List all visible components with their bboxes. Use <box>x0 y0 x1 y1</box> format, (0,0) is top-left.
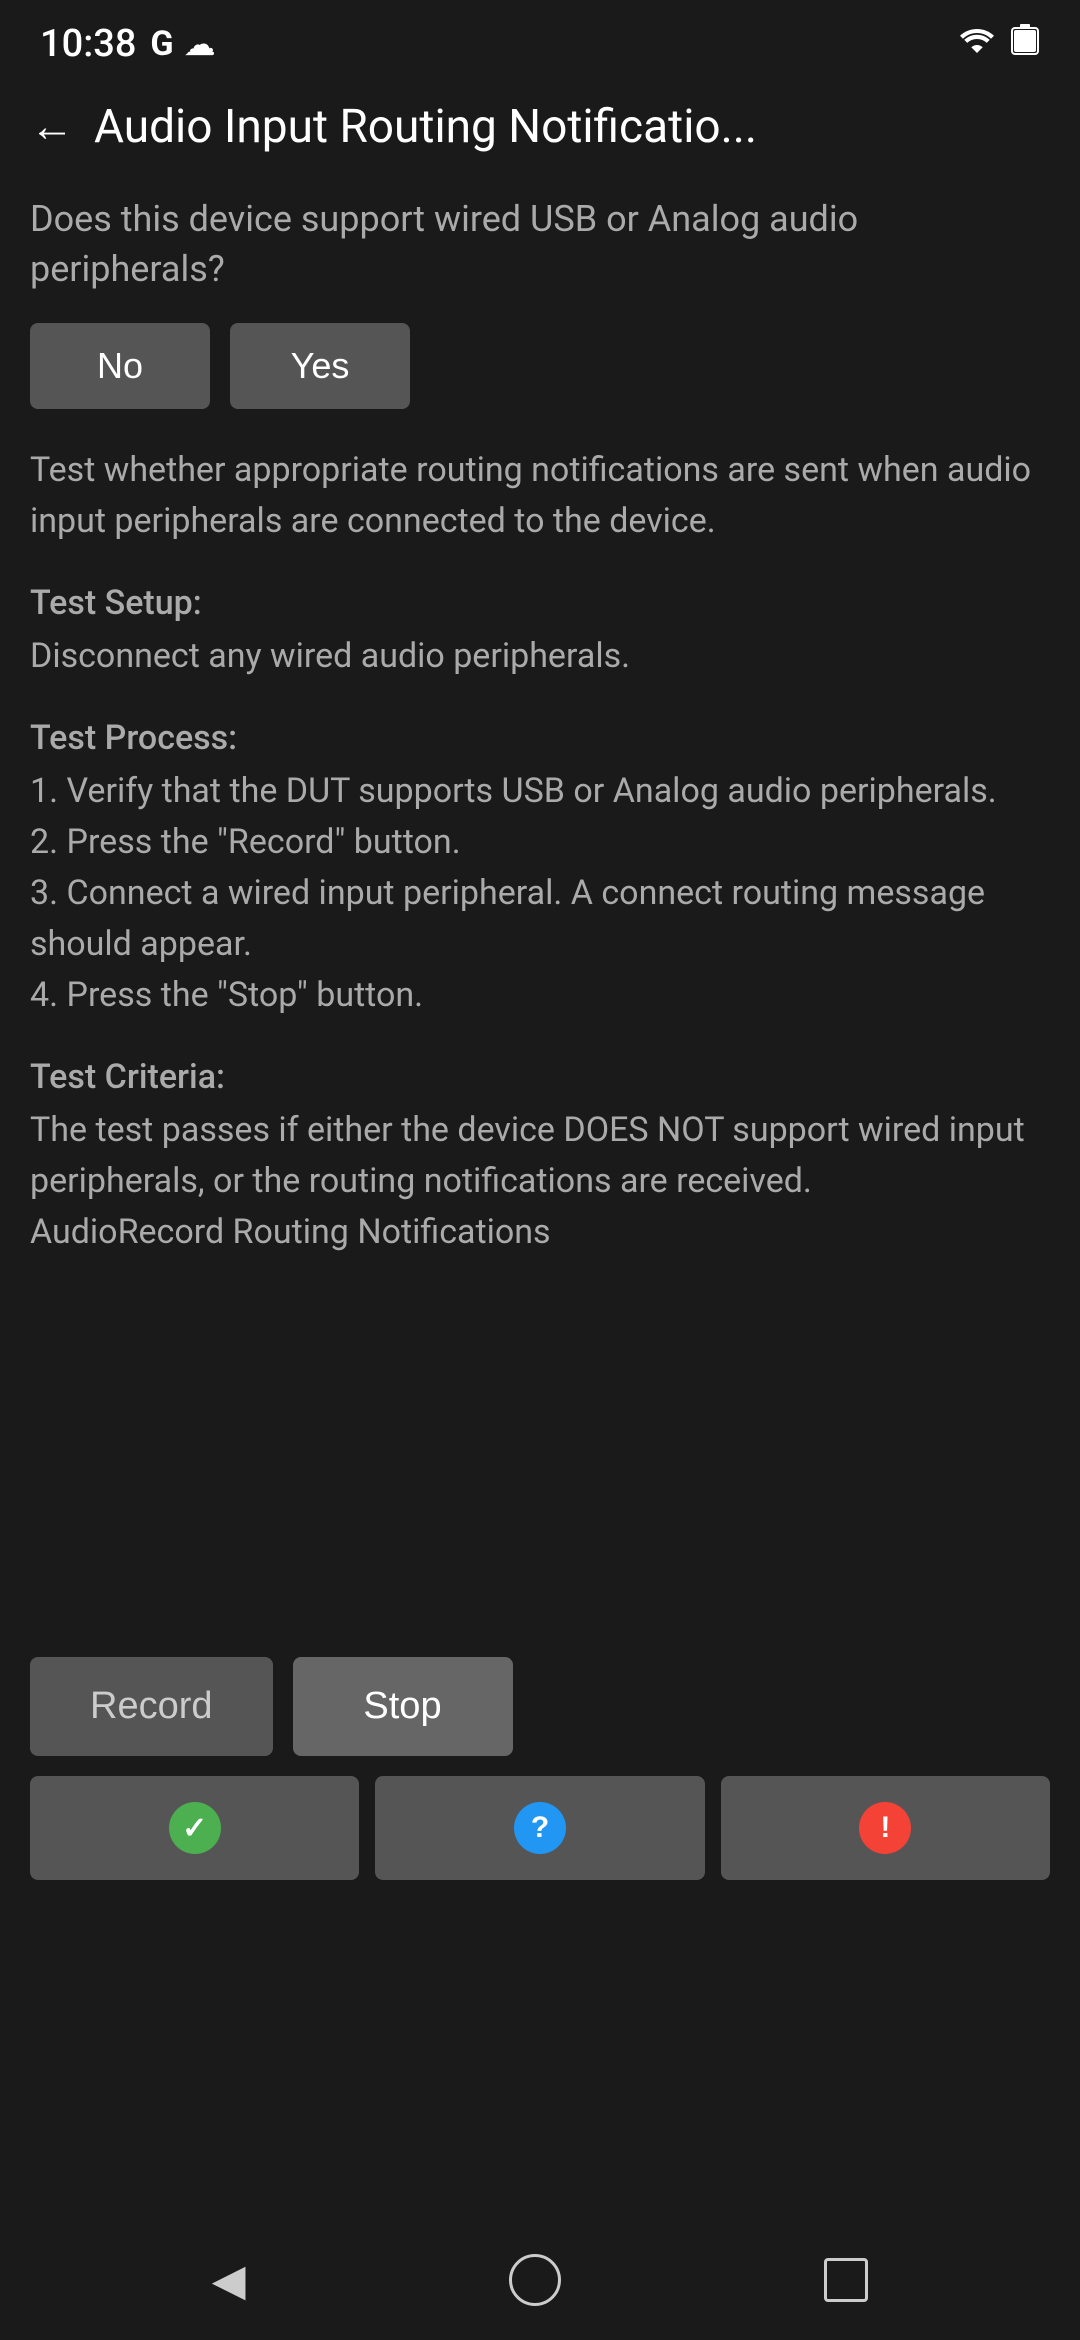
pass-button[interactable]: ✓ <box>30 1776 359 1880</box>
test-criteria-content: The test passes if either the device DOE… <box>30 1105 1050 1258</box>
nav-home-icon <box>509 2254 561 2306</box>
nav-recents-icon <box>824 2258 868 2302</box>
test-process-title: Test Process: <box>30 718 1050 758</box>
test-criteria-title: Test Criteria: <box>30 1057 1050 1097</box>
test-process-content: 1. Verify that the DUT supports USB or A… <box>30 766 1050 1021</box>
action-row: Record Stop <box>30 1657 1050 1756</box>
cloud-icon: ☁ <box>184 25 216 63</box>
action-buttons-container: Record Stop ✓ ? ! <box>0 1657 1080 1880</box>
status-right <box>960 23 1040 66</box>
status-icons-left: G ☁ <box>150 24 215 64</box>
nav-home-button[interactable] <box>499 2244 571 2316</box>
stop-button[interactable]: Stop <box>293 1657 513 1756</box>
choice-button-row: No Yes <box>30 323 1050 409</box>
test-setup-title: Test Setup: <box>30 583 1050 623</box>
result-buttons-row: ✓ ? ! <box>30 1776 1050 1880</box>
yes-button[interactable]: Yes <box>230 323 410 409</box>
test-setup-content: Disconnect any wired audio peripherals. <box>30 631 1050 682</box>
record-button[interactable]: Record <box>30 1657 273 1756</box>
description-text: Test whether appropriate routing notific… <box>30 445 1050 547</box>
no-button[interactable]: No <box>30 323 210 409</box>
status-left: 10:38 G ☁ <box>40 22 216 66</box>
fail-button[interactable]: ! <box>721 1776 1050 1880</box>
info-icon: ? <box>514 1802 566 1854</box>
pass-icon: ✓ <box>169 1802 221 1854</box>
info-button[interactable]: ? <box>375 1776 704 1880</box>
page-title: Audio Input Routing Notificatio... <box>94 100 1050 154</box>
question-text: Does this device support wired USB or An… <box>30 194 1050 295</box>
nav-back-button[interactable]: ◀ <box>202 2245 256 2316</box>
header: ← Audio Input Routing Notificatio... <box>0 80 1080 174</box>
wifi-icon <box>960 24 994 64</box>
main-content: Does this device support wired USB or An… <box>0 174 1080 1314</box>
fail-icon: ! <box>859 1802 911 1854</box>
google-icon: G <box>150 24 173 64</box>
status-time: 10:38 <box>40 22 136 66</box>
battery-icon <box>1010 23 1040 66</box>
back-button[interactable]: ← <box>30 105 74 149</box>
nav-bar: ◀ <box>0 2220 1080 2340</box>
nav-back-icon: ◀ <box>212 2255 246 2306</box>
status-bar: 10:38 G ☁ <box>0 0 1080 80</box>
nav-recents-button[interactable] <box>814 2248 878 2312</box>
